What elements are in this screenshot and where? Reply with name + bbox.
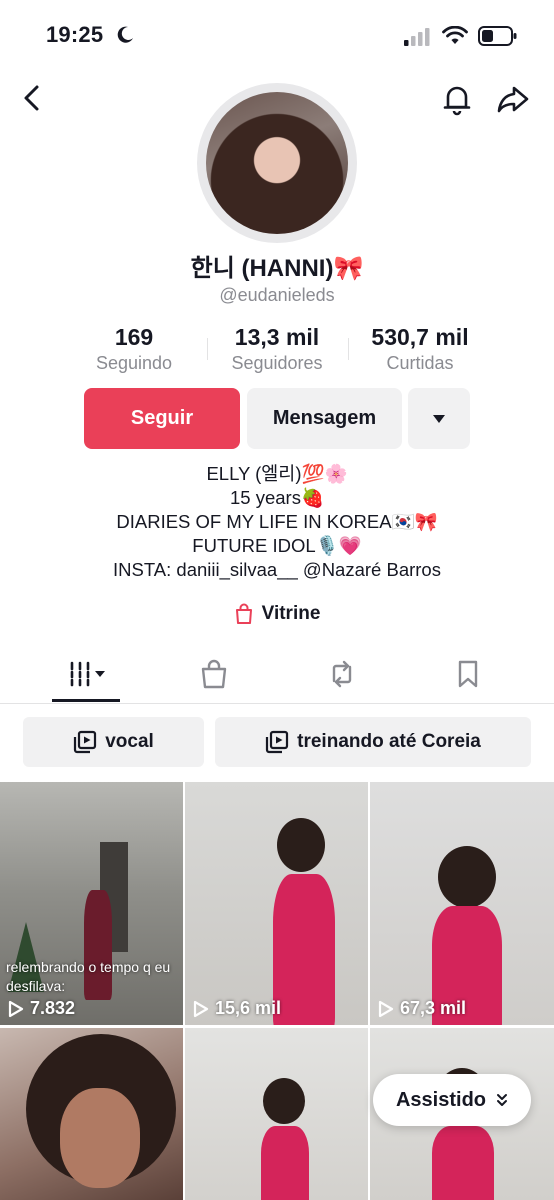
view-count: 7.832 (8, 998, 75, 1019)
tab-saved[interactable] (444, 656, 492, 692)
playlist-label: treinando até Coreia (297, 731, 481, 752)
shopping-bag-icon (201, 659, 227, 689)
tab-shop[interactable] (190, 656, 238, 692)
play-icon (193, 1000, 209, 1017)
tab-videos[interactable] (52, 656, 120, 692)
cellular-signal-icon (404, 28, 430, 46)
caret-down-icon (433, 414, 445, 423)
showcase-label: Vitrine (261, 603, 321, 624)
repost-icon (332, 660, 352, 688)
bell-icon[interactable] (440, 82, 474, 116)
bookmark-icon (458, 660, 478, 688)
playlist-chip[interactable]: treinando até Coreia (215, 717, 531, 767)
play-icon (378, 1000, 394, 1017)
stat-following[interactable]: 169 Seguindo (86, 324, 182, 374)
bio-line: FUTURE IDOL🎙️💗 (192, 535, 362, 556)
avatar[interactable] (206, 92, 348, 234)
stat-following-value: 169 (114, 324, 154, 350)
view-count-value: 7.832 (30, 998, 76, 1018)
shopping-bag-icon (235, 603, 252, 624)
video-thumbnail[interactable] (0, 1028, 183, 1200)
share-icon[interactable] (496, 84, 530, 114)
watched-label: Assistido (395, 1088, 487, 1111)
video-grid-icon (70, 661, 105, 687)
video-thumbnail[interactable] (185, 1028, 368, 1200)
stat-likes-value: 530,7 mil (371, 324, 469, 350)
playlist-chip[interactable]: vocal (23, 717, 204, 767)
back-icon[interactable] (20, 84, 44, 112)
more-options-button[interactable] (408, 388, 470, 449)
follow-button[interactable]: Seguir (84, 388, 240, 449)
status-time: 19:25 (46, 22, 104, 47)
playlist-label: vocal (105, 731, 154, 752)
view-count: 67,3 mil (378, 998, 466, 1019)
stat-likes-label: Curtidas (386, 353, 454, 373)
view-count: 15,6 mil (193, 998, 281, 1019)
view-count-value: 67,3 mil (400, 998, 467, 1018)
stat-likes[interactable]: 530,7 mil Curtidas (360, 324, 480, 374)
username: @eudanieleds (219, 285, 335, 305)
stat-followers-value: 13,3 mil (234, 324, 320, 350)
video-thumbnail[interactable]: 15,6 mil (185, 782, 368, 1025)
showcase-link[interactable]: Vitrine (0, 603, 554, 625)
battery-icon (478, 26, 517, 46)
active-tab-indicator (52, 699, 120, 702)
stat-divider (207, 338, 208, 360)
playlist-icon (266, 730, 289, 754)
play-icon (8, 1000, 24, 1017)
stat-followers[interactable]: 13,3 mil Seguidores (222, 324, 332, 374)
stat-divider (348, 338, 349, 360)
video-thumbnail[interactable]: 67,3 mil (370, 782, 554, 1025)
display-name: 한니 (HANNI)🎀 (190, 255, 364, 282)
bio-line: DIARIES OF MY LIFE IN KOREA🇰🇷🎀 (116, 511, 438, 532)
bio: ELLY (엘리)💯🌸 15 years🍓 DIARIES OF MY LIFE… (0, 462, 554, 582)
playlist-icon (74, 730, 97, 754)
video-caption: relembrando o tempo q eu desfilava: (6, 959, 171, 994)
double-chevron-down-icon (497, 1094, 508, 1106)
bio-line: ELLY (엘리)💯🌸 (206, 463, 348, 484)
stat-following-label: Seguindo (95, 353, 173, 373)
bio-line: 15 years🍓 (230, 487, 324, 508)
video-thumbnail[interactable]: relembrando o tempo q eu desfilava: 7.83… (0, 782, 183, 1025)
bio-line[interactable]: INSTA: daniii_silvaa__ @Nazaré Barros (0, 558, 554, 582)
wifi-icon (442, 26, 468, 44)
stat-followers-label: Seguidores (231, 353, 323, 373)
tab-reposts[interactable] (318, 656, 366, 692)
view-count-value: 15,6 mil (215, 998, 282, 1018)
message-button[interactable]: Mensagem (247, 388, 402, 449)
moon-icon (117, 26, 133, 43)
watched-button[interactable]: Assistido (373, 1074, 531, 1126)
